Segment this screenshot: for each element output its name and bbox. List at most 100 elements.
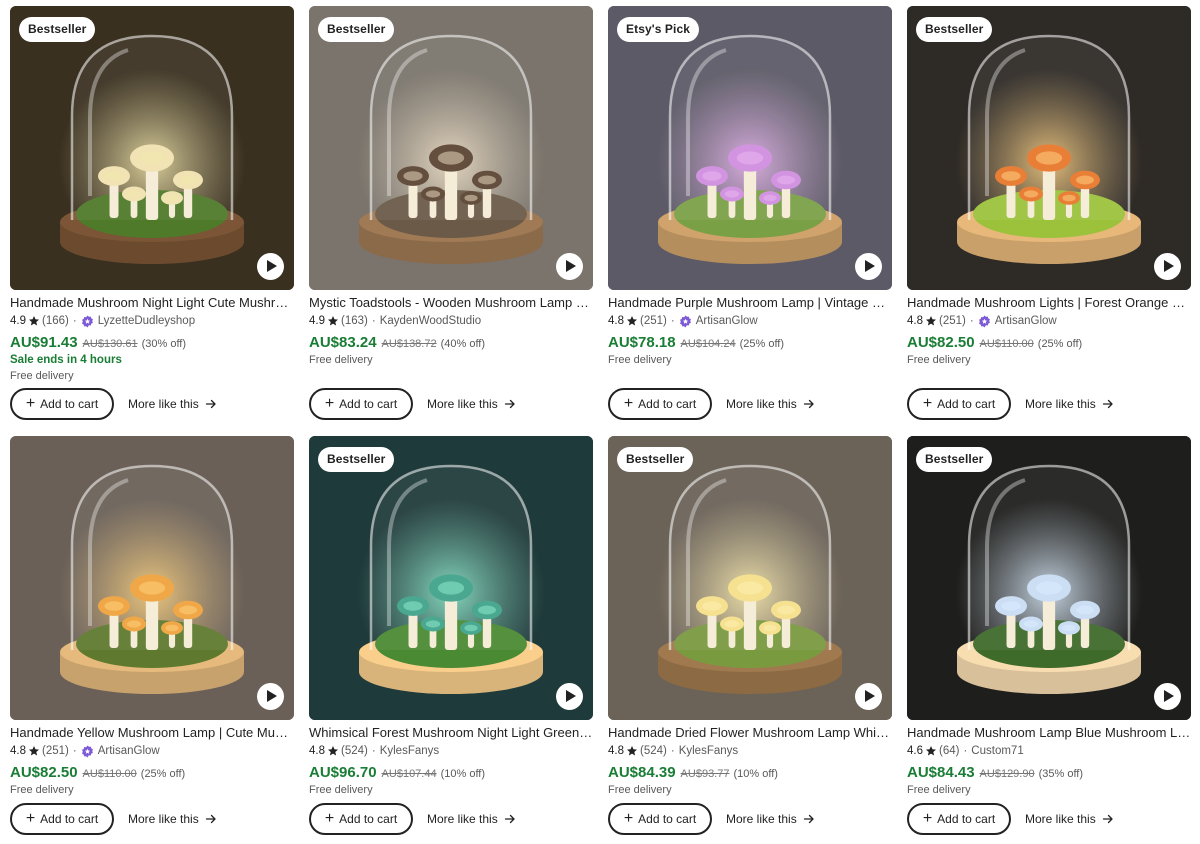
free-delivery-label: Free delivery — [309, 784, 373, 796]
arrow-right-icon — [504, 398, 516, 410]
more-like-this-label: More like this — [1025, 397, 1096, 411]
discount-percent: (25% off) — [739, 338, 785, 350]
shop-name[interactable]: LyzetteDudleyshop — [98, 312, 195, 330]
product-thumbnail[interactable] — [10, 436, 294, 720]
play-video-icon[interactable] — [1154, 253, 1181, 280]
add-to-cart-button[interactable]: + Add to cart — [10, 803, 114, 835]
discount-percent: (10% off) — [440, 768, 486, 780]
more-like-this-link[interactable]: More like this — [128, 812, 217, 826]
product-thumbnail[interactable]: Bestseller — [608, 436, 892, 720]
separator-dot: · — [371, 315, 376, 327]
price-row: AU$82.50 AU$110.00 (25% off) — [10, 764, 294, 782]
free-delivery-label: Free delivery — [608, 784, 672, 796]
shop-name[interactable]: ArtisanGlow — [98, 742, 160, 760]
shop-name[interactable]: ArtisanGlow — [696, 312, 758, 330]
more-like-this-link[interactable]: More like this — [427, 812, 516, 826]
play-video-icon[interactable] — [257, 683, 284, 710]
star-seller-icon — [679, 315, 692, 328]
star-icon — [28, 315, 40, 327]
product-title[interactable]: Mystic Toadstools - Wooden Mushroom Lamp… — [309, 294, 593, 312]
shop-name[interactable]: KaydenWoodStudio — [380, 312, 481, 330]
arrow-right-icon — [504, 813, 516, 825]
add-to-cart-button[interactable]: + Add to cart — [608, 388, 712, 420]
product-title[interactable]: Handmade Mushroom Lights | Forest Orange… — [907, 294, 1191, 312]
product-card: Bestseller Handmade Mushroom Night Light … — [10, 6, 294, 422]
shop-name[interactable]: KylesFanys — [679, 742, 738, 760]
product-image — [608, 436, 892, 720]
more-like-this-link[interactable]: More like this — [128, 397, 217, 411]
play-video-icon[interactable] — [257, 253, 284, 280]
add-to-cart-button[interactable]: + Add to cart — [10, 388, 114, 420]
rating-value: 4.9 — [10, 315, 26, 327]
more-like-this-link[interactable]: More like this — [1025, 397, 1114, 411]
more-like-this-label: More like this — [128, 397, 199, 411]
star-icon — [626, 745, 638, 757]
more-like-this-label: More like this — [427, 397, 498, 411]
star-icon — [327, 745, 339, 757]
product-card: Bestseller Handmade Mushroom Lamp Blue Mu… — [907, 436, 1191, 837]
sale-price: AU$83.24 — [309, 334, 377, 351]
bestseller-badge: Bestseller — [19, 17, 96, 42]
product-title[interactable]: Handmade Purple Mushroom Lamp | Vintage … — [608, 294, 892, 312]
add-to-cart-label: Add to cart — [937, 812, 996, 826]
play-video-icon[interactable] — [556, 683, 583, 710]
product-thumbnail[interactable]: Bestseller — [907, 6, 1191, 290]
product-title[interactable]: Handmade Dried Flower Mushroom Lamp Whim… — [608, 724, 892, 742]
product-card: Etsy's Pick Handmade Purple Mushroom Lamp… — [608, 6, 892, 422]
product-image — [309, 436, 593, 720]
add-to-cart-label: Add to cart — [40, 812, 99, 826]
product-title[interactable]: Handmade Yellow Mushroom Lamp | Cute Mus… — [10, 724, 294, 742]
product-thumbnail[interactable]: Etsy's Pick — [608, 6, 892, 290]
review-count: (163) — [341, 315, 368, 327]
shop-name[interactable]: Custom71 — [971, 742, 1023, 760]
play-video-icon[interactable] — [1154, 683, 1181, 710]
rating-value: 4.9 — [309, 315, 325, 327]
add-to-cart-button[interactable]: + Add to cart — [309, 388, 413, 420]
review-count: (166) — [42, 315, 69, 327]
discount-percent: (35% off) — [1038, 768, 1084, 780]
review-count: (251) — [640, 315, 667, 327]
product-card: Bestseller Whimsical Forest Mushroom Nigh… — [309, 436, 593, 837]
more-like-this-link[interactable]: More like this — [726, 812, 815, 826]
plus-icon: + — [25, 810, 36, 827]
product-grid: Bestseller Handmade Mushroom Night Light … — [0, 0, 1200, 844]
star-seller-icon — [81, 745, 94, 758]
discount-percent: (25% off) — [1037, 338, 1083, 350]
more-like-this-link[interactable]: More like this — [726, 397, 815, 411]
card-actions: + Add to cart More like this — [309, 388, 516, 420]
product-thumbnail[interactable]: Bestseller — [309, 436, 593, 720]
add-to-cart-button[interactable]: + Add to cart — [907, 388, 1011, 420]
rating-row: 4.8 (251) · ArtisanGlow — [608, 312, 892, 330]
product-image — [10, 436, 294, 720]
add-to-cart-button[interactable]: + Add to cart — [608, 803, 712, 835]
product-thumbnail[interactable]: Bestseller — [907, 436, 1191, 720]
plus-icon: + — [25, 395, 36, 412]
product-title[interactable]: Handmade Mushroom Night Light Cute Mushr… — [10, 294, 294, 312]
price-row: AU$83.24 AU$138.72 (40% off) — [309, 334, 593, 352]
product-thumbnail[interactable]: Bestseller — [309, 6, 593, 290]
card-actions: + Add to cart More like this — [10, 803, 217, 835]
rating-value: 4.6 — [907, 745, 923, 757]
product-image — [309, 6, 593, 290]
more-like-this-link[interactable]: More like this — [1025, 812, 1114, 826]
card-actions: + Add to cart More like this — [608, 388, 815, 420]
shop-name[interactable]: KylesFanys — [380, 742, 439, 760]
shop-name[interactable]: ArtisanGlow — [995, 312, 1057, 330]
play-video-icon[interactable] — [855, 683, 882, 710]
free-delivery-label: Free delivery — [907, 354, 971, 366]
play-video-icon[interactable] — [855, 253, 882, 280]
separator-dot: · — [670, 315, 675, 327]
rating-row: 4.8 (251) · ArtisanGlow — [907, 312, 1191, 330]
arrow-right-icon — [1102, 813, 1114, 825]
bestseller-badge: Bestseller — [916, 447, 993, 472]
add-to-cart-button[interactable]: + Add to cart — [907, 803, 1011, 835]
play-video-icon[interactable] — [556, 253, 583, 280]
sale-price: AU$96.70 — [309, 764, 377, 781]
product-title[interactable]: Handmade Mushroom Lamp Blue Mushroom Lig… — [907, 724, 1191, 742]
product-thumbnail[interactable]: Bestseller — [10, 6, 294, 290]
rating-value: 4.8 — [608, 745, 624, 757]
product-image — [907, 436, 1191, 720]
product-title[interactable]: Whimsical Forest Mushroom Night Light Gr… — [309, 724, 593, 742]
more-like-this-link[interactable]: More like this — [427, 397, 516, 411]
add-to-cart-button[interactable]: + Add to cart — [309, 803, 413, 835]
